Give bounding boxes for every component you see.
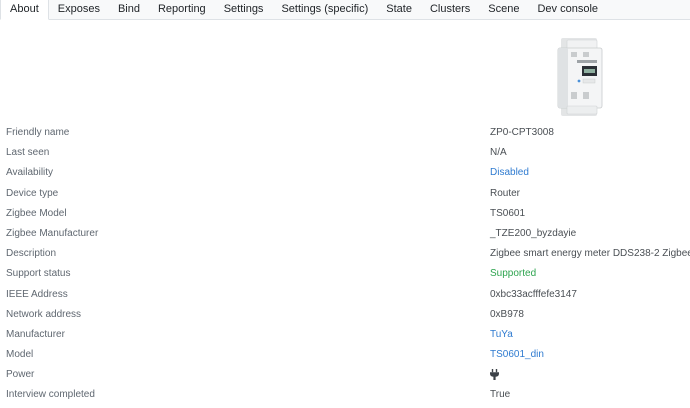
row-power: Power: [0, 365, 690, 385]
row-interview-completed: Interview completed True: [0, 385, 690, 405]
tab-bind[interactable]: Bind: [109, 0, 149, 19]
tab-dev-console[interactable]: Dev console: [528, 0, 607, 19]
label-manufacturer: Manufacturer: [6, 328, 65, 340]
availability-link[interactable]: Disabled: [490, 163, 529, 183]
tab-settings-specific[interactable]: Settings (specific): [272, 0, 377, 19]
row-friendly-name: Friendly name ZP0-CPT3008: [0, 123, 690, 143]
tab-about[interactable]: About: [0, 0, 49, 20]
label-interview-completed: Interview completed: [6, 389, 95, 401]
value-zigbee-model: TS0601: [490, 207, 526, 219]
value-last-seen: N/A: [490, 147, 507, 159]
label-ieee-address: IEEE Address: [6, 288, 68, 300]
value-network-address: 0xB978: [490, 308, 524, 320]
row-last-seen: Last seen N/A: [0, 143, 690, 163]
tab-exposes[interactable]: Exposes: [49, 0, 109, 19]
label-network-address: Network address: [6, 308, 82, 320]
value-ieee-address: 0xbc33acfffefe3147: [490, 288, 577, 300]
tab-clusters[interactable]: Clusters: [421, 0, 479, 19]
din-rail-energy-meter-image: [551, 36, 607, 120]
tab-scene[interactable]: Scene: [479, 0, 528, 19]
row-availability: Availability Disabled: [0, 163, 690, 183]
label-model: Model: [6, 349, 34, 361]
value-device-type: Router: [490, 187, 521, 199]
model-link[interactable]: TS0601_din: [490, 345, 544, 365]
label-device-type: Device type: [6, 187, 59, 199]
device-info-list: Friendly name ZP0-CPT3008 Last seen N/A …: [0, 123, 690, 406]
value-friendly-name: ZP0-CPT3008: [490, 127, 554, 138]
row-manufacturer: Manufacturer TuYa: [0, 325, 690, 345]
value-description: Zigbee smart energy meter DDS238-2 Zigbe…: [490, 248, 690, 260]
label-availability: Availability: [6, 167, 54, 179]
manufacturer-link[interactable]: TuYa: [490, 325, 513, 345]
row-zigbee-manufacturer: Zigbee Manufacturer _TZE200_byzdayie: [0, 224, 690, 244]
label-power: Power: [6, 369, 35, 381]
row-zigbee-model: Zigbee Model TS0601: [0, 204, 690, 224]
row-ieee-address: IEEE Address 0xbc33acfffefe3147: [0, 285, 690, 305]
value-power: [490, 365, 499, 385]
tab-settings[interactable]: Settings: [215, 0, 273, 19]
row-device-type: Device type Router: [0, 184, 690, 204]
label-description: Description: [6, 248, 57, 260]
tab-state[interactable]: State: [377, 0, 421, 19]
support-status-link[interactable]: Supported: [490, 264, 536, 284]
plug-icon: [490, 369, 499, 381]
label-last-seen: Last seen: [6, 147, 50, 159]
row-description: Description Zigbee smart energy meter DD…: [0, 244, 690, 264]
label-zigbee-manufacturer: Zigbee Manufacturer: [6, 227, 99, 239]
row-network-address: Network address 0xB978: [0, 305, 690, 325]
device-page: About Exposes Bind Reporting Settings Se…: [0, 0, 690, 408]
label-zigbee-model: Zigbee Model: [6, 207, 67, 219]
label-support-status: Support status: [6, 268, 71, 280]
device-tabs: About Exposes Bind Reporting Settings Se…: [0, 0, 690, 20]
value-interview-completed: True: [490, 389, 511, 401]
value-zigbee-manufacturer: _TZE200_byzdayie: [490, 227, 577, 239]
label-friendly-name: Friendly name: [6, 127, 70, 138]
tab-reporting[interactable]: Reporting: [149, 0, 215, 19]
row-support-status: Support status Supported: [0, 264, 690, 284]
row-model: Model TS0601_din: [0, 345, 690, 365]
